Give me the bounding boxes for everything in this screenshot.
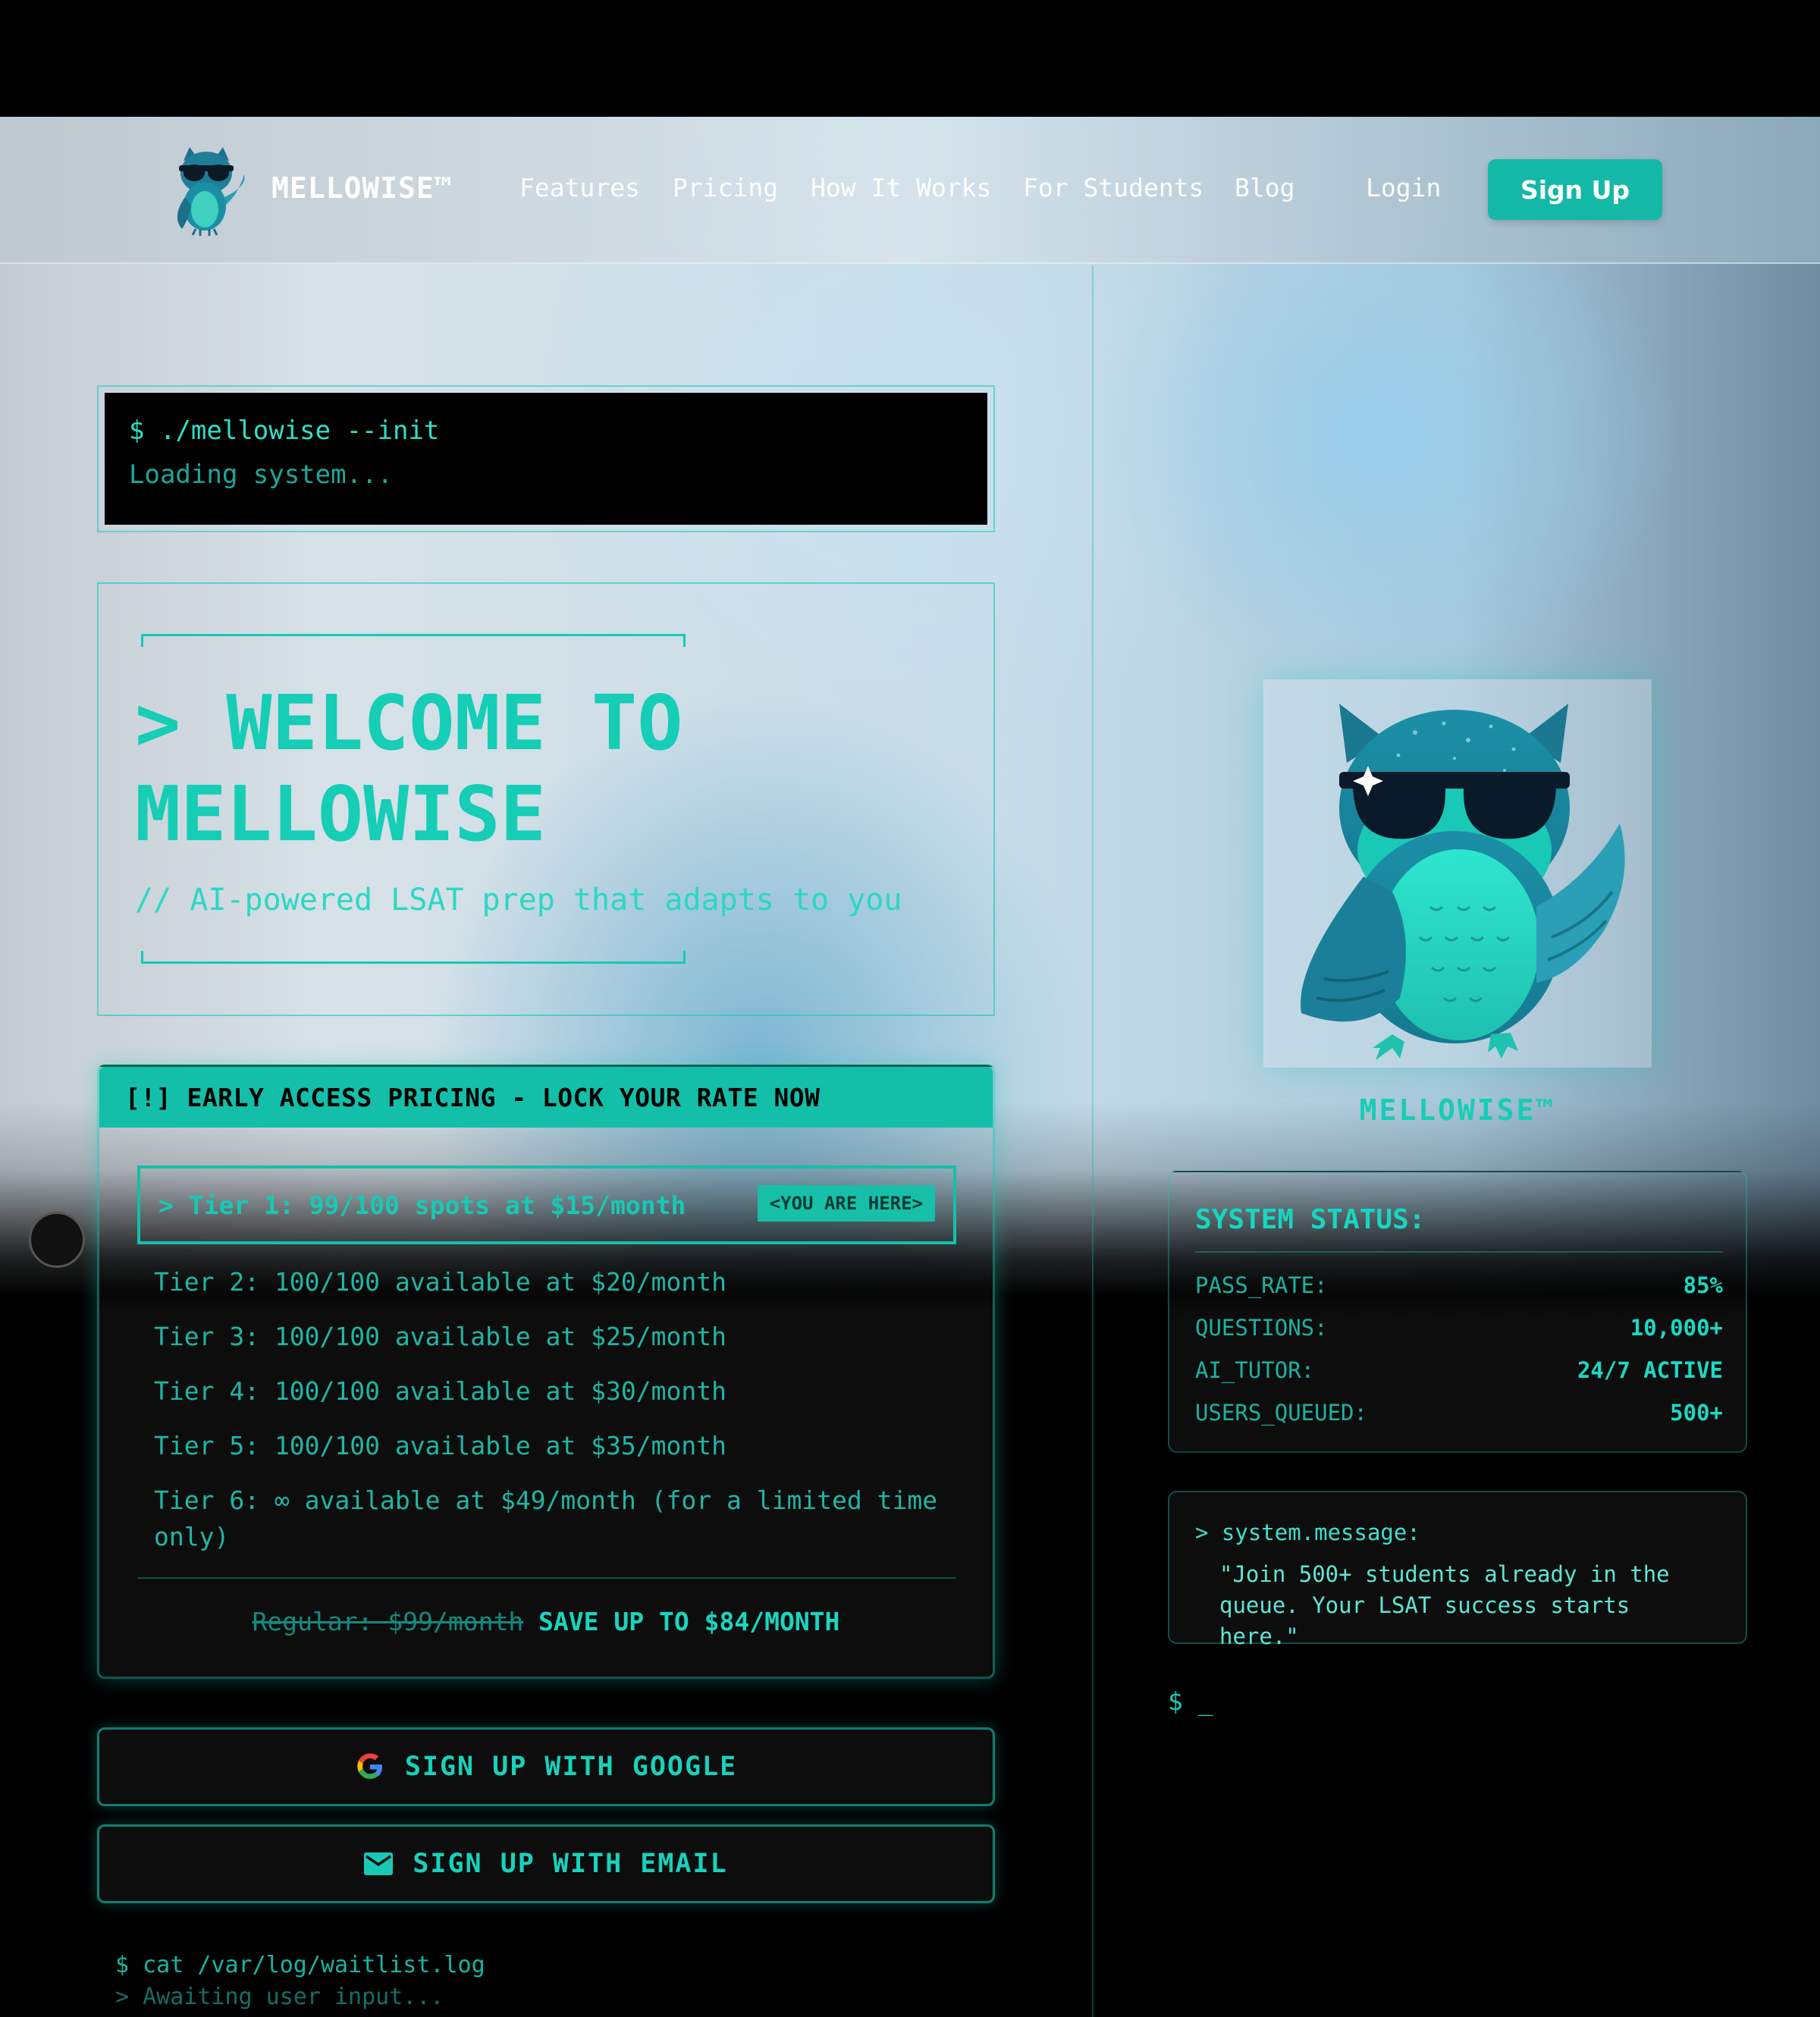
pricing-footer: Regular: $99/month SAVE UP TO $84/MONTH (99, 1607, 993, 1636)
tier-item: Tier 4: 100/100 available at $30/month (154, 1376, 726, 1406)
status-key: QUESTIONS: (1195, 1315, 1328, 1341)
status-value: 85% (1683, 1272, 1723, 1298)
savings-text: SAVE UP TO $84/MONTH (538, 1607, 840, 1636)
status-title: SYSTEM STATUS: (1195, 1204, 1426, 1235)
nav-link-blog[interactable]: Blog (1235, 173, 1294, 202)
mascot-frame (1263, 679, 1652, 1068)
pricing-header: [!] EARLY ACCESS PRICING - LOCK YOUR RAT… (99, 1067, 993, 1128)
welcome-title-line1: > WELCOME TO (135, 679, 683, 767)
pricing-card: [!] EARLY ACCESS PRICING - LOCK YOUR RAT… (97, 1065, 995, 1679)
owl-logo-icon[interactable] (162, 144, 250, 237)
status-row: QUESTIONS: 10,000+ (1195, 1315, 1723, 1341)
email-signup-label: SIGN UP WITH EMAIL (413, 1849, 728, 1879)
status-row: PASS_RATE: 85% (1195, 1272, 1723, 1298)
status-key: PASS_RATE: (1195, 1272, 1328, 1298)
welcome-title-line2: MELLOWISE (135, 770, 546, 858)
status-value: 10,000+ (1630, 1315, 1723, 1341)
tier-item: Tier 2: 100/100 available at $20/month (154, 1267, 726, 1297)
nav-link-for-students[interactable]: For Students (1023, 173, 1203, 202)
terminal-screen: $ ./mellowise --init Loading system... (105, 393, 987, 525)
bracket-bottom (141, 951, 686, 964)
login-link[interactable]: Login (1366, 173, 1441, 202)
init-terminal: $ ./mellowise --init Loading system... (97, 385, 995, 532)
welcome-subtitle: // AI-powered LSAT prep that adapts to y… (135, 883, 902, 918)
status-row: AI_TUTOR: 24/7 ACTIVE (1195, 1357, 1723, 1383)
system-message-card: > system.message: "Join 500+ students al… (1168, 1491, 1747, 1649)
current-tier-label: > Tier 1: 99/100 spots at $15/month (158, 1190, 686, 1220)
status-key: USERS_QUEUED: (1195, 1400, 1367, 1426)
status-divider (1195, 1251, 1723, 1253)
welcome-title: > WELCOME TO MELLOWISE (135, 678, 969, 860)
nav-link-pricing[interactable]: Pricing (673, 173, 778, 202)
regular-price: Regular: $99/month (252, 1607, 524, 1636)
mascot-name: MELLOWISE™ (1359, 1093, 1556, 1127)
bracket-top (141, 634, 686, 647)
pricing-divider (137, 1577, 956, 1579)
system-status-card: SYSTEM STATUS: PASS_RATE: 85% QUESTIONS:… (1168, 1171, 1747, 1453)
terminal-command: $ ./mellowise --init (129, 416, 440, 446)
nav-link-features[interactable]: Features (519, 173, 640, 202)
log-command: $ cat /var/log/waitlist.log (115, 1952, 485, 1978)
terminal-status: Loading system... (129, 460, 393, 490)
status-key: AI_TUTOR: (1195, 1357, 1315, 1383)
brand-name[interactable]: MELLOWISE™ (271, 171, 453, 205)
tier-item: Tier 5: 100/100 available at $35/month (154, 1431, 726, 1460)
status-row: USERS_QUEUED: 500+ (1195, 1400, 1723, 1426)
tier-item: Tier 6: ∞ available at $49/month (for a … (154, 1485, 938, 1551)
tier-item: Tier 3: 100/100 available at $25/month (154, 1322, 726, 1351)
log-awaiting: > Awaiting user input... (115, 1984, 444, 2010)
system-message-text: "Join 500+ students already in the queue… (1219, 1561, 1670, 1649)
terminal-prompt: $ _ (1168, 1686, 1213, 1716)
google-icon (357, 1753, 382, 1779)
navbar: MELLOWISE™ Features Pricing How It Works… (0, 117, 1820, 264)
column-divider (1092, 265, 1094, 2017)
google-signup-label: SIGN UP WITH GOOGLE (404, 1752, 738, 1782)
status-value: 500+ (1670, 1400, 1723, 1426)
status-value: 24/7 ACTIVE (1577, 1357, 1723, 1383)
google-signup-button[interactable]: SIGN UP WITH GOOGLE (97, 1727, 995, 1806)
mail-icon (364, 1852, 394, 1875)
welcome-panel: > WELCOME TO MELLOWISE // AI-powered LSA… (97, 582, 995, 1016)
nav-link-how-it-works[interactable]: How It Works (811, 173, 991, 202)
email-signup-button[interactable]: SIGN UP WITH EMAIL (97, 1824, 995, 1903)
signup-button[interactable]: Sign Up (1488, 159, 1662, 220)
current-tier[interactable]: > Tier 1: 99/100 spots at $15/month <YOU… (137, 1165, 956, 1244)
system-message-label: > system.message: (1195, 1520, 1420, 1545)
floating-cursor-button[interactable] (29, 1212, 85, 1268)
you-are-here-badge: <YOU ARE HERE> (757, 1185, 935, 1222)
owl-mascot-icon (1301, 704, 1625, 1060)
